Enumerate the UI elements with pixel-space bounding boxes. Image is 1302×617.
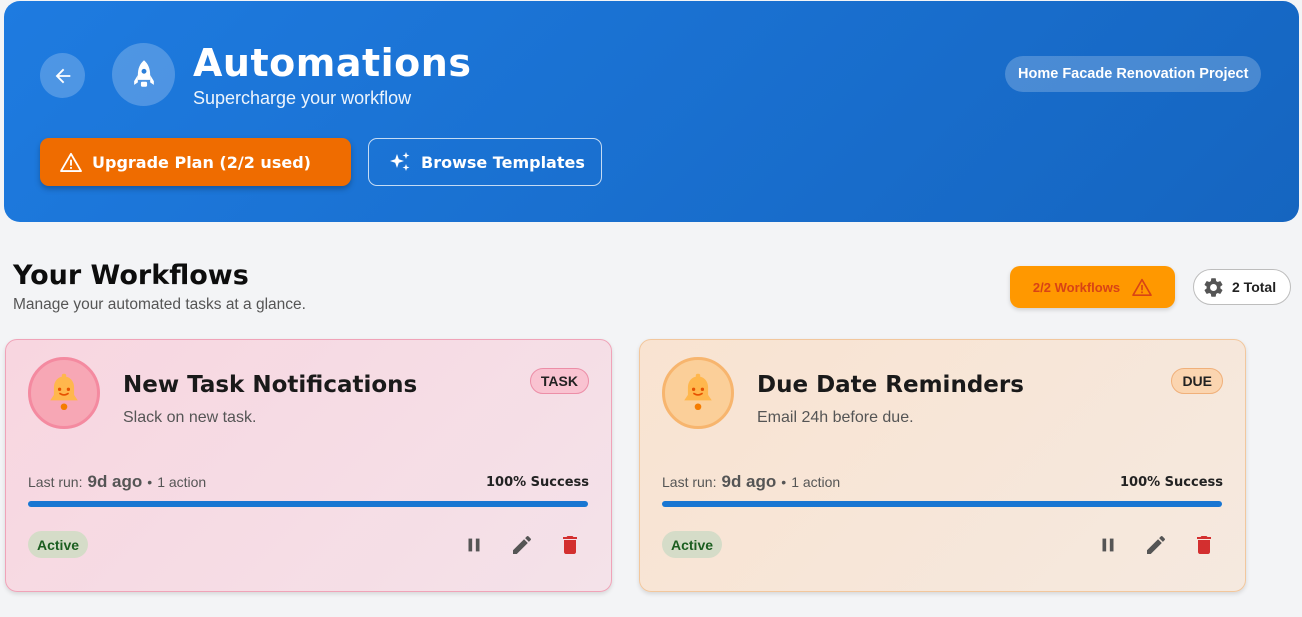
section-subtitle: Manage your automated tasks at a glance. — [13, 296, 306, 313]
rocket-logo — [112, 43, 175, 106]
workflow-title: New Task Notifications — [123, 372, 418, 398]
trash-icon — [1197, 536, 1211, 554]
edit-button[interactable] — [1143, 532, 1169, 558]
pencil-icon — [1147, 535, 1166, 554]
success-progress-bar — [662, 501, 1222, 507]
pencil-icon — [513, 535, 532, 554]
bell-icon — [50, 373, 78, 411]
back-button[interactable] — [40, 53, 85, 98]
bell-icon — [684, 373, 712, 411]
workflow-card[interactable]: Due Date Reminders Email 24h before due.… — [639, 339, 1246, 592]
pause-button[interactable] — [461, 532, 487, 558]
trash-icon — [563, 536, 577, 554]
last-run-label: Last run: — [662, 474, 717, 490]
workflow-actions — [461, 532, 583, 558]
arrow-left-icon — [55, 68, 70, 83]
actions-count: 1 action — [157, 474, 207, 490]
upgrade-plan-label: Upgrade Plan (2/2 used) — [92, 152, 311, 172]
success-rate: 100% Success — [485, 475, 589, 490]
actions-count: 1 action — [791, 474, 841, 490]
status-badge: Active — [28, 531, 89, 558]
workflow-tag: TASK — [529, 368, 589, 394]
separator-dot: • — [147, 474, 153, 490]
browse-templates-button[interactable]: Browse Templates — [368, 138, 602, 186]
success-progress-fill — [662, 501, 1222, 507]
rocket-icon — [133, 59, 154, 87]
sparkles-icon — [390, 152, 410, 171]
project-selector[interactable]: Home Facade Renovation Project — [1005, 56, 1262, 92]
success-rate: 100% Success — [1119, 475, 1223, 490]
workflow-quota-label: 2/2 Workflows — [1032, 279, 1121, 295]
warning-icon — [1132, 278, 1152, 296]
workflow-avatar — [28, 357, 100, 429]
workflow-tag: DUE — [1171, 368, 1223, 394]
delete-button[interactable] — [557, 532, 583, 558]
total-workflows-chip[interactable]: 2 Total — [1193, 269, 1291, 305]
success-progress-fill — [28, 501, 588, 507]
workflow-title: Due Date Reminders — [757, 372, 1024, 398]
pause-button[interactable] — [1095, 532, 1121, 558]
gear-icon — [1204, 277, 1223, 297]
upgrade-plan-button[interactable]: Upgrade Plan (2/2 used) — [40, 138, 351, 186]
browse-templates-label: Browse Templates — [421, 152, 585, 172]
automations-header: Automations Supercharge your workflow Ho… — [4, 1, 1299, 222]
edit-button[interactable] — [509, 532, 535, 558]
pause-icon — [1102, 538, 1114, 552]
workflow-card[interactable]: New Task Notifications Slack on new task… — [5, 339, 612, 592]
last-run-value: 9d ago — [721, 472, 777, 491]
workflow-description: Slack on new task. — [123, 409, 257, 426]
page-title: Automations — [193, 41, 472, 85]
pause-icon — [468, 538, 480, 552]
success-progress-bar — [28, 501, 588, 507]
workflow-actions — [1095, 532, 1217, 558]
total-workflows-label: 2 Total — [1232, 279, 1277, 295]
last-run-label: Last run: — [28, 474, 83, 490]
separator-dot: • — [781, 474, 787, 490]
warning-icon — [60, 152, 82, 172]
page-subtitle: Supercharge your workflow — [193, 88, 412, 108]
workflow-description: Email 24h before due. — [757, 409, 914, 426]
workflow-avatar — [662, 357, 734, 429]
last-run-value: 9d ago — [87, 472, 143, 491]
workflow-quota-badge[interactable]: 2/2 Workflows — [1010, 266, 1175, 308]
status-badge: Active — [662, 531, 723, 558]
last-run-info: Last run: 9d ago • 1 action — [662, 472, 840, 492]
delete-button[interactable] — [1191, 532, 1217, 558]
last-run-info: Last run: 9d ago • 1 action — [28, 472, 206, 492]
section-title: Your Workflows — [13, 260, 249, 291]
